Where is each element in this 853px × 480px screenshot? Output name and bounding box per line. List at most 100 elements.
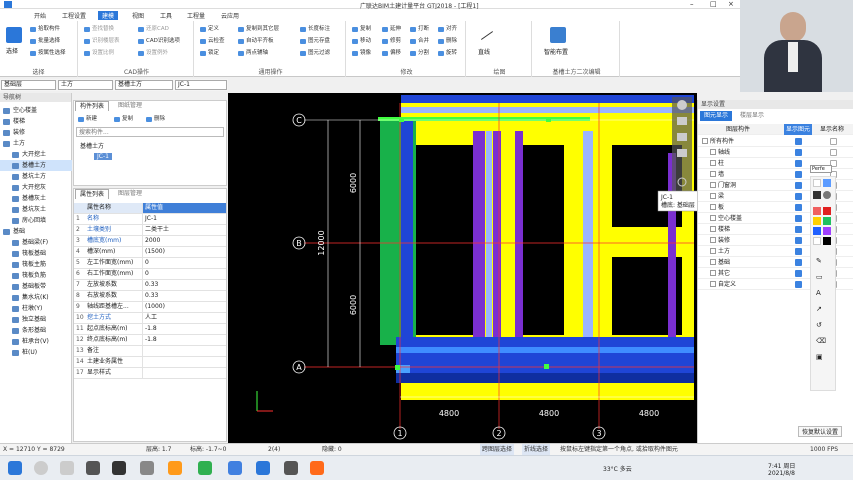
property-row[interactable]: 1 名称 JC-1 xyxy=(74,214,226,225)
swatch-red[interactable] xyxy=(823,207,831,215)
expand-icon[interactable] xyxy=(710,171,716,177)
expand-icon[interactable] xyxy=(702,138,708,144)
tab-tools[interactable]: 工具 xyxy=(156,11,176,20)
selected-green-line[interactable] xyxy=(378,117,590,121)
undo-tool-icon[interactable]: ↺ xyxy=(816,321,822,329)
blue-col-1[interactable] xyxy=(401,117,413,337)
line-button[interactable]: 直线 xyxy=(478,47,490,56)
identify-floor-table-button[interactable]: 识别楼层表 xyxy=(84,37,120,46)
show-name-checkbox[interactable] xyxy=(830,149,837,156)
swatch-black[interactable] xyxy=(823,237,831,245)
expand-icon[interactable] xyxy=(710,281,716,287)
expand-icon[interactable] xyxy=(710,248,716,254)
swatch-dark[interactable] xyxy=(813,191,821,199)
nav-item[interactable]: 装修 xyxy=(0,127,72,138)
property-row[interactable]: 14 土建业务属性 xyxy=(74,357,226,368)
set-exception-button[interactable]: 设置例外 xyxy=(138,49,168,58)
purple-beam-2[interactable] xyxy=(493,131,501,337)
tab-component-list[interactable]: 构件列表 xyxy=(75,101,110,111)
nav-item[interactable]: 条形基础 xyxy=(0,325,72,336)
property-value[interactable] xyxy=(142,368,226,378)
select-big-label[interactable]: 选择 xyxy=(6,46,18,55)
app-icon-4[interactable] xyxy=(168,461,182,475)
expand-icon[interactable] xyxy=(710,149,716,155)
property-value[interactable]: 2000 xyxy=(142,236,226,246)
swatch-blue-dark[interactable] xyxy=(813,227,821,235)
span-layer-select-button[interactable]: 跨图层选择 xyxy=(480,444,515,455)
app-icon-6[interactable] xyxy=(284,461,298,475)
property-row[interactable]: 5 左工作面宽(mm) 0 xyxy=(74,258,226,269)
pick-component-button[interactable]: 拾取构件 xyxy=(30,25,60,34)
swatch-yellow[interactable] xyxy=(813,217,821,225)
dark-blue-bottom[interactable] xyxy=(396,373,694,383)
save-tool-icon[interactable]: ▣ xyxy=(816,353,823,361)
nav-item[interactable]: 集水坑(K) xyxy=(0,292,72,303)
show-element-checkbox[interactable] xyxy=(795,270,802,277)
expand-icon[interactable] xyxy=(710,160,716,166)
select-big-icon[interactable] xyxy=(6,27,22,43)
nav-item[interactable]: 基槽土方 xyxy=(0,160,72,171)
expand-icon[interactable] xyxy=(710,193,716,199)
property-value[interactable]: 0 xyxy=(142,258,226,268)
smart-layout-button[interactable]: 智能布置 xyxy=(544,47,568,56)
offset-button[interactable]: 偏移 xyxy=(382,49,401,58)
property-row[interactable]: 13 备注 xyxy=(74,346,226,357)
search-icon[interactable] xyxy=(34,461,48,475)
property-row[interactable]: 3 槽底宽(mm) 2000 xyxy=(74,236,226,247)
nav-item[interactable]: 基础板带 xyxy=(0,281,72,292)
property-value[interactable]: 0.33 xyxy=(142,280,226,290)
tab-layer-mgmt[interactable]: 图层管理 xyxy=(114,189,146,199)
blue-highlight[interactable] xyxy=(396,347,694,353)
nav-item[interactable]: 基坑土方 xyxy=(0,171,72,182)
swatch-gray-dot[interactable] xyxy=(823,191,831,199)
nav-item[interactable]: 楼梯 xyxy=(0,116,72,127)
nav-item[interactable]: 房心回填 xyxy=(0,215,72,226)
show-element-checkbox[interactable] xyxy=(795,215,802,222)
property-value[interactable]: (1000) xyxy=(142,302,226,312)
copy-button[interactable]: 复制 xyxy=(352,25,371,34)
swatch-green[interactable] xyxy=(823,217,831,225)
copy-to-floor-button[interactable]: 复制到其它层 xyxy=(238,25,279,34)
pen-tool-icon[interactable]: ✎ xyxy=(816,257,822,265)
show-element-checkbox[interactable] xyxy=(795,259,802,266)
zoom-icon[interactable] xyxy=(677,133,687,141)
swatch-red-light[interactable] xyxy=(813,207,821,215)
nav-item[interactable]: 筏板基础 xyxy=(0,248,72,259)
nav-item[interactable]: 大开挖土 xyxy=(0,149,72,160)
property-value[interactable]: 0 xyxy=(142,269,226,279)
show-name-checkbox[interactable] xyxy=(830,138,837,145)
property-value[interactable] xyxy=(142,346,226,356)
close-icon[interactable]: × xyxy=(728,0,734,8)
show-element-checkbox[interactable] xyxy=(795,237,802,244)
property-row[interactable]: 11 起点底标高(m) -1.8 xyxy=(74,324,226,335)
delete-button[interactable]: 删除 xyxy=(438,37,457,46)
auto-align-slab-button[interactable]: 自动平齐板 xyxy=(238,37,274,46)
show-element-checkbox[interactable] xyxy=(795,182,802,189)
property-value[interactable]: -1.8 xyxy=(142,335,226,345)
define-button[interactable]: 定义 xyxy=(200,25,219,34)
show-element-checkbox[interactable] xyxy=(795,204,802,211)
property-value[interactable]: (1500) xyxy=(142,247,226,257)
expand-icon[interactable] xyxy=(710,182,716,188)
tab-drawing-mgmt[interactable]: 图纸管理 xyxy=(114,101,146,111)
tab-start[interactable]: 开始 xyxy=(30,11,50,20)
drawing-canvas[interactable]: C B A 1 2 3 6000 12000 6000 4800 4800 48… xyxy=(228,93,697,443)
show-element-checkbox[interactable] xyxy=(795,281,802,288)
tab-view[interactable]: 视图 xyxy=(128,11,148,20)
delete-tool-icon[interactable]: ⌫ xyxy=(816,337,826,345)
app-icon-3[interactable] xyxy=(140,461,154,475)
smart-layout-icon[interactable] xyxy=(550,27,566,43)
nav-item[interactable]: 桩(U) xyxy=(0,347,72,358)
rotate-button[interactable]: 旋转 xyxy=(438,49,457,58)
grip-point-c1[interactable] xyxy=(399,117,404,122)
app-icon-1[interactable] xyxy=(86,461,100,475)
new-button[interactable]: 新建 xyxy=(78,115,97,124)
copy-component-button[interactable]: 复制 xyxy=(114,115,133,124)
category-select[interactable]: 土方 xyxy=(58,80,113,90)
nav-item[interactable]: 基坑灰土 xyxy=(0,204,72,215)
tab-modeling[interactable]: 建模 xyxy=(98,11,119,20)
lightblue-strip-2[interactable] xyxy=(583,131,593,337)
nav-item[interactable]: 土方 xyxy=(0,138,72,149)
break-button[interactable]: 打断 xyxy=(410,25,429,34)
line-draw-icon[interactable] xyxy=(480,31,494,40)
